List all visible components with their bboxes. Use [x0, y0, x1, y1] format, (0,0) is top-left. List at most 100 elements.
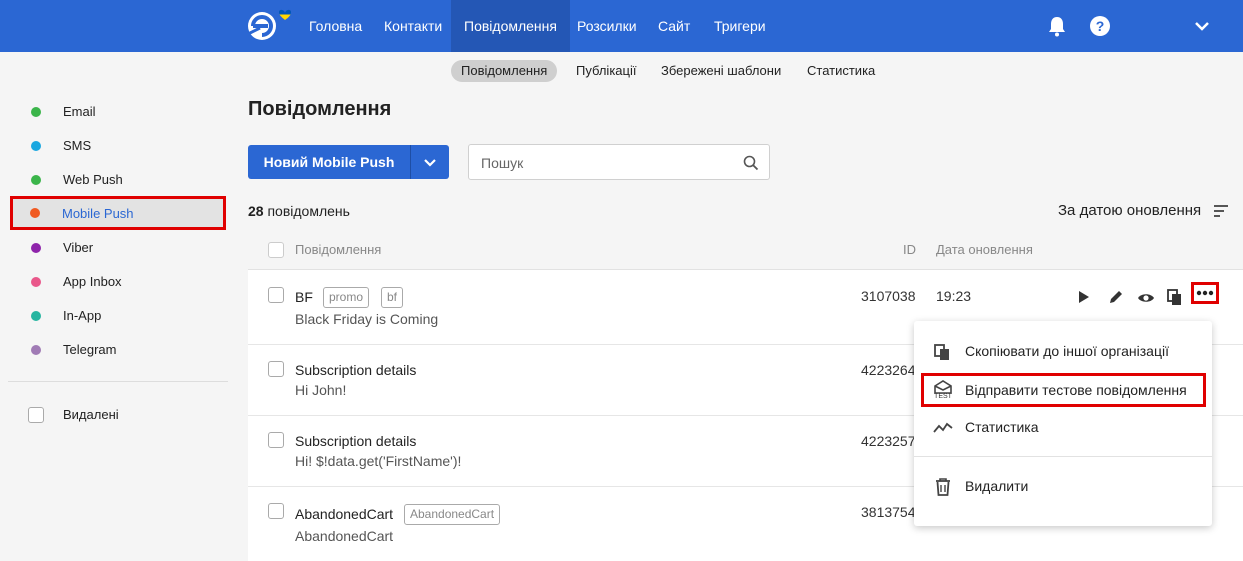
row-checkbox[interactable] — [268, 432, 284, 448]
test-send-icon: TEST — [932, 379, 954, 401]
row-subtitle: Hi! $!data.get('FirstName')! — [295, 453, 462, 469]
logo-icon[interactable] — [246, 8, 296, 44]
status-dot — [31, 141, 41, 151]
row-checkbox[interactable] — [268, 361, 284, 377]
row-date: 19:23 — [936, 288, 972, 304]
status-dot — [31, 277, 41, 287]
nav-campaigns[interactable]: Розсилки — [564, 0, 650, 52]
row-id: 3107038 — [861, 288, 916, 304]
status-dot — [31, 107, 41, 117]
sidebar-item-deleted[interactable]: Видалені — [12, 400, 224, 430]
subnav-publications[interactable]: Публікації — [566, 60, 646, 82]
status-dot — [31, 345, 41, 355]
sidebar-item-viber[interactable]: Viber — [12, 233, 224, 263]
sidebar-item-label: SMS — [63, 138, 92, 153]
more-options-button[interactable] — [1191, 282, 1219, 304]
message-count: 28 повідомлень — [248, 203, 350, 219]
sidebar-item-app-inbox[interactable]: App Inbox — [12, 267, 224, 297]
nav-messages[interactable]: Повідомлення — [451, 0, 570, 52]
subnav-statistics[interactable]: Статистика — [797, 60, 885, 82]
stats-icon — [933, 422, 953, 433]
copy-icon — [934, 344, 949, 360]
row-id: 4223257 — [861, 433, 916, 449]
count-number: 28 — [248, 203, 264, 219]
select-all-checkbox[interactable] — [268, 242, 284, 258]
row-subtitle: Black Friday is Coming — [295, 311, 439, 327]
sidebar-item-label: Видалені — [63, 407, 119, 422]
deleted-checkbox[interactable] — [28, 407, 44, 423]
sidebar-item-telegram[interactable]: Telegram — [12, 335, 224, 365]
menu-divider — [914, 456, 1212, 457]
sidebar-item-label: Viber — [63, 240, 94, 255]
menu-item-label: Відправити тестове повідомлення — [965, 382, 1187, 398]
row-title: AbandonedCart — [295, 506, 394, 522]
menu-item-copy-to-organization[interactable]: Скопіювати до іншої організації — [914, 333, 1212, 369]
sidebar-item-label: Email — [63, 104, 96, 119]
preview-icon[interactable] — [1137, 289, 1155, 307]
more-icon — [1196, 290, 1214, 296]
subnav-messages[interactable]: Повідомлення — [451, 60, 558, 82]
copy-icon[interactable] — [1166, 288, 1184, 306]
sidebar-item-sms[interactable]: SMS — [12, 131, 224, 161]
tag-badge: AbandonedCart — [404, 504, 501, 525]
test-icon-caption: TEST — [934, 393, 952, 400]
count-text: повідомлень — [267, 203, 350, 219]
bell-icon[interactable] — [1045, 14, 1069, 38]
sidebar-divider — [8, 381, 228, 382]
row-id: 4223264 — [861, 362, 916, 378]
sidebar-item-label: Telegram — [63, 342, 117, 357]
row-checkbox[interactable] — [268, 287, 284, 303]
nav-triggers[interactable]: Тригери — [701, 0, 779, 52]
menu-item-label: Статистика — [965, 419, 1039, 435]
search-icon[interactable] — [743, 155, 759, 171]
row-title: Subscription details — [295, 362, 417, 378]
sidebar-item-email[interactable]: Email — [12, 97, 224, 127]
row-title: BF — [295, 289, 313, 305]
menu-item-label: Видалити — [965, 478, 1029, 494]
sidebar-item-label: App Inbox — [63, 274, 122, 289]
nav-home[interactable]: Головна — [296, 0, 375, 52]
trash-icon — [936, 478, 950, 496]
sidebar-item-label: Web Push — [63, 172, 123, 187]
status-dot — [30, 208, 40, 218]
chevron-down-icon[interactable] — [1190, 14, 1214, 38]
menu-item-send-test[interactable]: TEST Відправити тестове повідомлення — [921, 373, 1206, 407]
row-checkbox[interactable] — [268, 503, 284, 519]
row-actions-menu: Скопіювати до іншої організації TEST Від… — [914, 321, 1212, 526]
search-box[interactable] — [468, 144, 770, 180]
subnav-saved-templates[interactable]: Збережені шаблони — [651, 60, 791, 82]
sort-icon[interactable] — [1213, 204, 1229, 218]
menu-item-statistics[interactable]: Статистика — [914, 409, 1212, 445]
sidebar-item-mobile-push[interactable]: Mobile Push — [10, 196, 226, 230]
row-id: 3813754 — [861, 504, 916, 520]
column-header-id[interactable]: ID — [903, 242, 916, 257]
svg-text:?: ? — [1096, 18, 1105, 34]
column-header-date[interactable]: Дата оновлення — [936, 242, 1033, 257]
sidebar-item-in-app[interactable]: In-App — [12, 301, 224, 331]
search-input[interactable] — [481, 153, 731, 173]
chevron-down-icon[interactable] — [411, 145, 449, 179]
new-mobile-push-button[interactable]: Новий Mobile Push — [248, 145, 449, 179]
row-subtitle: Hi John! — [295, 382, 347, 398]
help-icon[interactable]: ? — [1088, 14, 1112, 38]
sidebar-item-label: In-App — [63, 308, 102, 323]
status-dot — [31, 311, 41, 321]
sidebar-item-web-push[interactable]: Web Push — [12, 165, 224, 195]
sidebar-item-label: Mobile Push — [62, 206, 134, 221]
nav-contacts[interactable]: Контакти — [371, 0, 455, 52]
tag-badge: promo — [323, 287, 370, 308]
status-dot — [31, 243, 41, 253]
page-title: Повідомлення — [248, 98, 392, 120]
tag-badge: bf — [381, 287, 404, 308]
row-subtitle: AbandonedCart — [295, 528, 394, 544]
new-mobile-push-label: Новий Mobile Push — [263, 154, 395, 170]
column-header-message[interactable]: Повідомлення — [295, 242, 381, 257]
menu-item-delete[interactable]: Видалити — [914, 468, 1212, 504]
sort-label[interactable]: За датою оновлення — [1058, 202, 1201, 219]
nav-site[interactable]: Сайт — [645, 0, 703, 52]
menu-item-label: Скопіювати до іншої організації — [965, 343, 1169, 359]
top-navigation-bar: Головна Контакти Повідомлення Розсилки С… — [0, 0, 1243, 52]
edit-icon[interactable] — [1107, 288, 1125, 306]
play-icon[interactable] — [1074, 288, 1092, 306]
row-title: Subscription details — [295, 433, 417, 449]
